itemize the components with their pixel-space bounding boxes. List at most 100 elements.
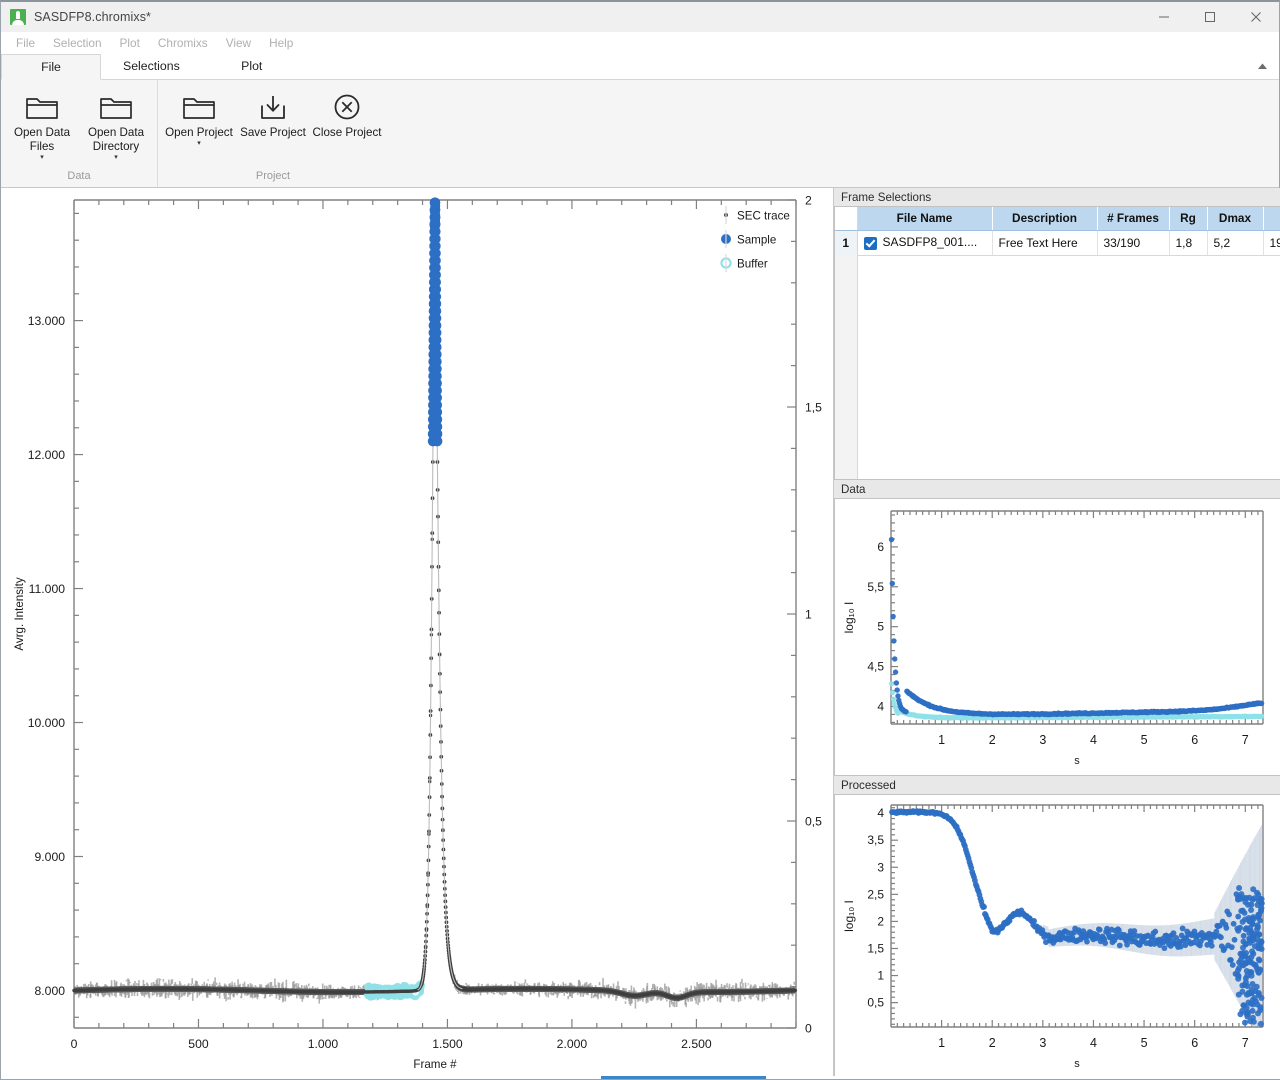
svg-text:0: 0: [71, 1037, 78, 1051]
col-index: [835, 207, 858, 231]
processed-chart[interactable]: 0,511,522,533,541 2 3 4 5 6 7slog₁₀ I: [835, 795, 1279, 1078]
svg-text:5,5: 5,5: [867, 580, 884, 594]
chevron-down-icon[interactable]: ▾: [114, 154, 118, 161]
tab-selections[interactable]: Selections: [101, 53, 202, 79]
svg-text:1: 1: [805, 608, 812, 622]
save-project-label: Save Project: [240, 126, 306, 139]
svg-text:4: 4: [877, 699, 884, 713]
svg-text:Buffer: Buffer: [737, 257, 768, 270]
minimize-button[interactable]: [1141, 2, 1187, 32]
row-checkbox[interactable]: [863, 236, 877, 250]
processed-titlebar: Processed: [834, 776, 1280, 795]
svg-text:1,5: 1,5: [805, 401, 822, 415]
svg-text:5: 5: [1141, 733, 1148, 747]
window-controls: [1141, 2, 1279, 32]
close-project-label: Close Project: [312, 126, 382, 139]
cell-file-name[interactable]: SASDFP8_001....: [857, 230, 993, 256]
menu-help[interactable]: Help: [260, 34, 302, 52]
svg-text:Frame #: Frame #: [413, 1058, 457, 1071]
chevron-down-icon[interactable]: ▾: [40, 154, 44, 161]
open-project-label: Open Project: [165, 126, 233, 139]
cell-mw[interactable]: 19.525: [1263, 230, 1280, 256]
row-index: 1: [835, 230, 858, 256]
open-data-files-button[interactable]: Open Data Files ▾: [5, 86, 79, 161]
svg-text:SEC trace: SEC trace: [737, 209, 790, 222]
col-frames[interactable]: # Frames: [1097, 207, 1170, 231]
svg-text:6: 6: [1191, 733, 1198, 747]
cell-frames[interactable]: 33/190: [1097, 230, 1170, 256]
menu-selection[interactable]: Selection: [44, 34, 111, 52]
svg-text:Avrg. Intensity: Avrg. Intensity: [13, 577, 26, 650]
close-circle-icon: [332, 90, 362, 124]
ribbon-group-data: Open Data Files ▾ Open Data Directory ▾ …: [1, 80, 157, 187]
right-dock-area: Frame Selections File Name Description #…: [834, 188, 1280, 1079]
open-project-button[interactable]: Open Project ▾: [162, 86, 236, 147]
svg-text:Sample: Sample: [737, 233, 776, 246]
svg-text:3: 3: [1039, 733, 1046, 747]
table-row[interactable]: 1 SASDFP8_001.... Free Text Here 33/190 …: [835, 230, 1280, 256]
col-description[interactable]: Description: [992, 207, 1098, 231]
menu-chromixs[interactable]: Chromixs: [149, 34, 217, 52]
data-body: 4 4,5 5 5,5 6 1 2 3 4 5 6 7 s log₁₀ I: [834, 499, 1280, 776]
open-data-directory-label: Open Data Directory: [87, 126, 145, 153]
svg-text:1.000: 1.000: [308, 1037, 339, 1051]
folder-icon: [99, 90, 133, 124]
svg-text:log₁₀ I: log₁₀ I: [842, 602, 856, 634]
sec-trace-chart[interactable]: 8.0009.00010.00011.00012.00013.00000,511…: [1, 188, 834, 1077]
ribbon-tab-bar: File Selections Plot: [1, 53, 1279, 80]
title-bar: SASDFP8.chromixs*: [1, 2, 1279, 32]
application-window: SASDFP8.chromixs* File Selection Plot Ch…: [0, 0, 1280, 1080]
open-data-files-label: Open Data Files: [13, 126, 71, 153]
svg-text:1.500: 1.500: [432, 1037, 463, 1051]
svg-text:2: 2: [805, 194, 812, 208]
close-project-button[interactable]: Close Project: [310, 86, 384, 140]
cell-description[interactable]: Free Text Here: [992, 230, 1098, 256]
chevron-up-icon[interactable]: [1257, 63, 1268, 79]
svg-text:8.000: 8.000: [35, 984, 66, 998]
col-rg[interactable]: Rg: [1169, 207, 1208, 231]
svg-text:10.000: 10.000: [28, 716, 65, 730]
file-name-text: SASDFP8_001....: [882, 235, 978, 250]
sec-trace-panel: 8.000 9.000 10.000 11.000 12.000 13.000 0 0,5 1 1…: [1, 188, 834, 1079]
tab-plot[interactable]: Plot: [201, 53, 302, 79]
open-data-directory-button[interactable]: Open Data Directory ▾: [79, 86, 153, 161]
svg-text:500: 500: [188, 1037, 209, 1051]
col-dmax[interactable]: Dmax: [1207, 207, 1264, 231]
tab-file[interactable]: File: [1, 54, 101, 80]
svg-text:0,5: 0,5: [805, 815, 822, 829]
ribbon-group-project: Open Project ▾ Save Project Close Projec…: [157, 80, 388, 187]
svg-text:11.000: 11.000: [29, 582, 66, 596]
save-project-button[interactable]: Save Project: [236, 86, 310, 140]
taskbar-sliver: [1, 1076, 1280, 1079]
window-title: SASDFP8.chromixs*: [34, 10, 152, 24]
main-body: 8.000 9.000 10.000 11.000 12.000 13.000 0 0,5 1 1…: [1, 188, 1280, 1079]
menu-plot[interactable]: Plot: [111, 34, 149, 52]
data-titlebar: Data: [834, 480, 1280, 499]
svg-text:2: 2: [989, 733, 996, 747]
data-chart[interactable]: 4 4,5 5 5,5 6 1 2 3 4 5 6 7 s log₁₀ I: [835, 499, 1279, 775]
close-button[interactable]: [1233, 2, 1279, 32]
svg-text:12.000: 12.000: [28, 448, 65, 462]
svg-text:7: 7: [1242, 733, 1249, 747]
chevron-down-icon[interactable]: ▾: [197, 140, 201, 147]
menu-bar: File Selection Plot Chromixs View Help: [1, 32, 1279, 53]
svg-text:4,5: 4,5: [867, 660, 884, 674]
ribbon-group-project-label: Project: [255, 170, 291, 182]
col-mw[interactable]: MW: [1263, 207, 1280, 231]
svg-text:6: 6: [877, 540, 884, 554]
processed-title: Processed: [841, 778, 896, 792]
folder-icon: [25, 90, 59, 124]
save-icon: [258, 90, 288, 124]
processed-panel: Processed 0,5 1 1,5 2 2,5 3 3,5 4 1 2 3 4 5 6 7 s log₁₀ …: [834, 776, 1280, 1079]
cell-rg[interactable]: 1,8: [1169, 230, 1208, 256]
cell-dmax[interactable]: 5,2: [1207, 230, 1264, 256]
col-file-name[interactable]: File Name: [857, 207, 993, 231]
frame-selections-body: File Name Description # Frames Rg Dmax M…: [834, 207, 1280, 480]
frame-selections-title: Frame Selections: [841, 190, 932, 204]
menu-view[interactable]: View: [217, 34, 260, 52]
svg-text:2.000: 2.000: [557, 1037, 588, 1051]
maximize-button[interactable]: [1187, 2, 1233, 32]
svg-text:2.500: 2.500: [681, 1037, 712, 1051]
ribbon: Open Data Files ▾ Open Data Directory ▾ …: [1, 80, 1279, 188]
menu-file[interactable]: File: [7, 34, 44, 52]
